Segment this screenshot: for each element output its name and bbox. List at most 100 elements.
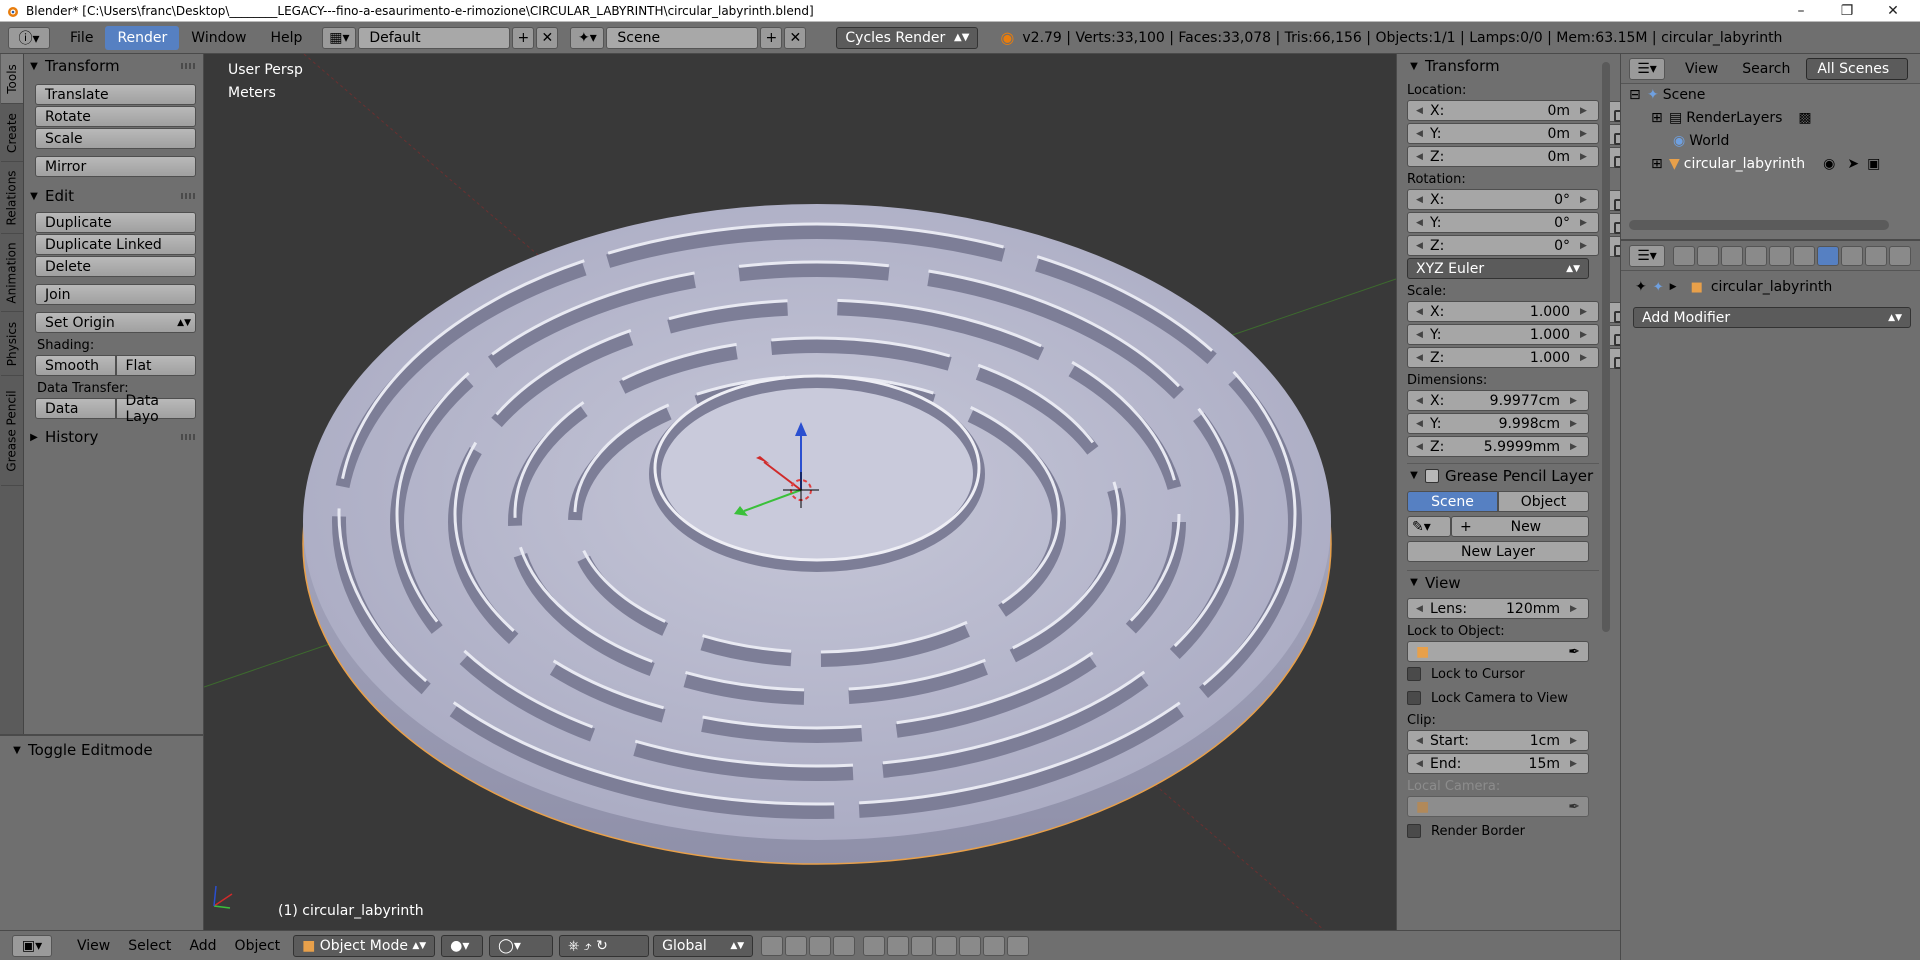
manipulator-icons[interactable]: ⎈ ⤴ ↻ xyxy=(559,934,650,957)
layer-grid-icon[interactable] xyxy=(785,935,808,956)
object-tab-icon[interactable] xyxy=(1769,245,1791,266)
mode-select[interactable]: ■ Object Mode ▲▼ xyxy=(293,934,436,957)
tab-physics[interactable]: Physics xyxy=(1,312,23,376)
expand-icon[interactable]: ⊞ xyxy=(1651,156,1665,172)
transform-header[interactable]: ▼ Transform xyxy=(1407,54,1599,78)
render-layer-toggle-icon[interactable]: ▩ xyxy=(1798,110,1811,126)
collapse-icon[interactable]: ⊟ xyxy=(1629,87,1643,103)
snap-icon[interactable] xyxy=(911,935,934,956)
snap-element-icon[interactable] xyxy=(935,935,958,956)
outliner-search-menu[interactable]: Search xyxy=(1730,57,1802,81)
menu-file[interactable]: File xyxy=(58,26,105,50)
world-tab-icon[interactable] xyxy=(1745,245,1767,266)
viewport-editor-type-icon[interactable]: ▣▾ xyxy=(12,934,52,957)
lock-to-cursor-row[interactable]: Lock to Cursor xyxy=(1407,664,1599,684)
rotation-y-field[interactable]: ◀ Y: 0° ▶ xyxy=(1407,212,1634,234)
layer-grid-icon[interactable] xyxy=(809,935,832,956)
render-tab-icon[interactable] xyxy=(1673,245,1695,266)
translate-button[interactable]: Translate xyxy=(35,84,196,105)
texture-tab-icon[interactable] xyxy=(1889,245,1911,266)
scene-tab-icon[interactable] xyxy=(1721,245,1743,266)
lock-object-field[interactable]: ■ ✒ xyxy=(1407,641,1589,662)
data-button[interactable]: Data xyxy=(35,398,116,419)
scale-y-field[interactable]: ◀ Y: 1.000 ▶ xyxy=(1407,324,1634,346)
delete-button[interactable]: Delete xyxy=(35,256,196,277)
data-layout-button[interactable]: Data Layo xyxy=(115,393,196,425)
eyedropper-icon[interactable]: ✒ xyxy=(1568,644,1580,660)
render-border-checkbox[interactable] xyxy=(1407,824,1421,838)
scale-x-field[interactable]: ◀ X: 1.000 ▶ xyxy=(1407,301,1634,323)
lock-cursor-checkbox[interactable] xyxy=(1407,667,1421,681)
mirror-button[interactable]: Mirror xyxy=(35,156,196,177)
grease-new-button[interactable]: + New xyxy=(1451,516,1589,537)
dimensions-x-field[interactable]: ◀ X: 9.9977cm ▶ xyxy=(1407,390,1589,411)
dimensions-z-field[interactable]: ◀ Z: 5.9999mm ▶ xyxy=(1407,436,1589,457)
render-animation-icon[interactable] xyxy=(1007,935,1030,956)
clip-start-field[interactable]: ◀ Start: 1cm ▶ xyxy=(1407,730,1589,751)
close-window-button[interactable]: ✕ xyxy=(1870,0,1916,22)
outliner-row-world[interactable]: ◉ World xyxy=(1669,130,1919,151)
grease-scene-tab[interactable]: Scene xyxy=(1407,491,1498,512)
panel-grip-icon[interactable] xyxy=(181,63,195,69)
edit-panel-header[interactable]: ▼ Edit xyxy=(27,184,199,208)
3d-viewport[interactable]: User Persp Meters (1) circular_labyrinth xyxy=(204,54,1396,930)
snap-target-icon[interactable] xyxy=(959,935,982,956)
tab-relations[interactable]: Relations xyxy=(1,162,23,234)
outliner-editor-type-icon[interactable]: ☰▾ xyxy=(1629,57,1665,80)
scale-button[interactable]: Scale xyxy=(35,128,196,149)
sidebar-scrollbar[interactable] xyxy=(1602,62,1610,632)
smooth-button[interactable]: Smooth xyxy=(35,355,116,376)
outliner-view-menu[interactable]: View xyxy=(1673,57,1730,81)
layer-grid-icon[interactable] xyxy=(833,935,856,956)
join-button[interactable]: Join xyxy=(35,284,196,305)
outliner-row-object[interactable]: ⊞ ▼ circular_labyrinth ◉ ➤ ▣ xyxy=(1651,153,1919,174)
operator-panel-header[interactable]: ▼ Toggle Editmode xyxy=(10,738,196,762)
add-layout-icon[interactable]: + xyxy=(512,26,535,49)
lock-camera-row[interactable]: Lock Camera to View xyxy=(1407,688,1599,708)
location-x-field[interactable]: ◀ X: 0m ▶ xyxy=(1407,100,1634,122)
properties-editor-type-icon[interactable]: ☰▾ xyxy=(1629,244,1665,267)
shading-mode-icon[interactable]: ●▾ xyxy=(441,934,484,957)
lock-layers-icon[interactable] xyxy=(863,935,886,956)
material-tab-icon[interactable] xyxy=(1865,245,1887,266)
set-origin-menu[interactable]: Set Origin ▲▼ xyxy=(35,312,196,333)
rotation-x-field[interactable]: ◀ X: 0° ▶ xyxy=(1407,189,1634,211)
render-opengl-icon[interactable] xyxy=(983,935,1006,956)
location-y-field[interactable]: ◀ Y: 0m ▶ xyxy=(1407,123,1634,145)
editor-type-info-icon[interactable]: ⓘ▾ xyxy=(8,26,50,49)
new-layer-button[interactable]: New Layer xyxy=(1407,541,1589,562)
proportional-edit-icon[interactable] xyxy=(887,935,910,956)
panel-grip-icon[interactable] xyxy=(181,434,195,440)
data-tab-icon[interactable] xyxy=(1841,245,1863,266)
add-menu[interactable]: Add xyxy=(180,938,225,954)
transform-panel-header[interactable]: ▼ Transform xyxy=(27,54,199,78)
render-engine-select[interactable]: Cycles Render ▲▼ xyxy=(836,26,979,49)
scale-z-field[interactable]: ◀ Z: 1.000 ▶ xyxy=(1407,347,1634,369)
rotation-mode-select[interactable]: XYZ Euler ▲▼ xyxy=(1407,258,1589,279)
clip-end-field[interactable]: ◀ End: 15m ▶ xyxy=(1407,753,1589,774)
menu-window[interactable]: Window xyxy=(179,26,258,50)
scene-field[interactable]: Scene xyxy=(606,26,759,49)
outliner-filter-select[interactable]: All Scenes xyxy=(1806,57,1909,80)
outliner-row-scene[interactable]: ⊟ ✦ Scene xyxy=(1629,84,1919,105)
menu-render[interactable]: Render xyxy=(105,25,180,50)
constraints-tab-icon[interactable] xyxy=(1793,245,1815,266)
location-z-field[interactable]: ◀ Z: 0m ▶ xyxy=(1407,146,1634,168)
render-border-row[interactable]: Render Border xyxy=(1407,821,1599,841)
tab-tools[interactable]: Tools xyxy=(1,54,23,104)
duplicate-linked-button[interactable]: Duplicate Linked xyxy=(35,234,196,255)
grease-object-tab[interactable]: Object xyxy=(1498,491,1589,512)
modifiers-tab-icon[interactable] xyxy=(1817,245,1839,266)
history-panel-header[interactable]: ▶ History xyxy=(27,425,199,449)
object-menu[interactable]: Object xyxy=(226,938,290,954)
scene-icon[interactable]: ✦▾ xyxy=(570,26,605,49)
selectable-cursor-icon[interactable]: ➤ xyxy=(1847,156,1859,172)
lock-camera-checkbox[interactable] xyxy=(1407,691,1421,705)
duplicate-button[interactable]: Duplicate xyxy=(35,212,196,233)
remove-scene-icon[interactable]: ✕ xyxy=(784,26,807,49)
screen-layout-icon[interactable]: ▦▾ xyxy=(322,26,357,49)
view-panel-header[interactable]: ▼ View xyxy=(1407,570,1599,594)
layer-grid-icon[interactable] xyxy=(761,935,784,956)
render-layers-tab-icon[interactable] xyxy=(1697,245,1719,266)
add-scene-icon[interactable]: + xyxy=(760,26,783,49)
